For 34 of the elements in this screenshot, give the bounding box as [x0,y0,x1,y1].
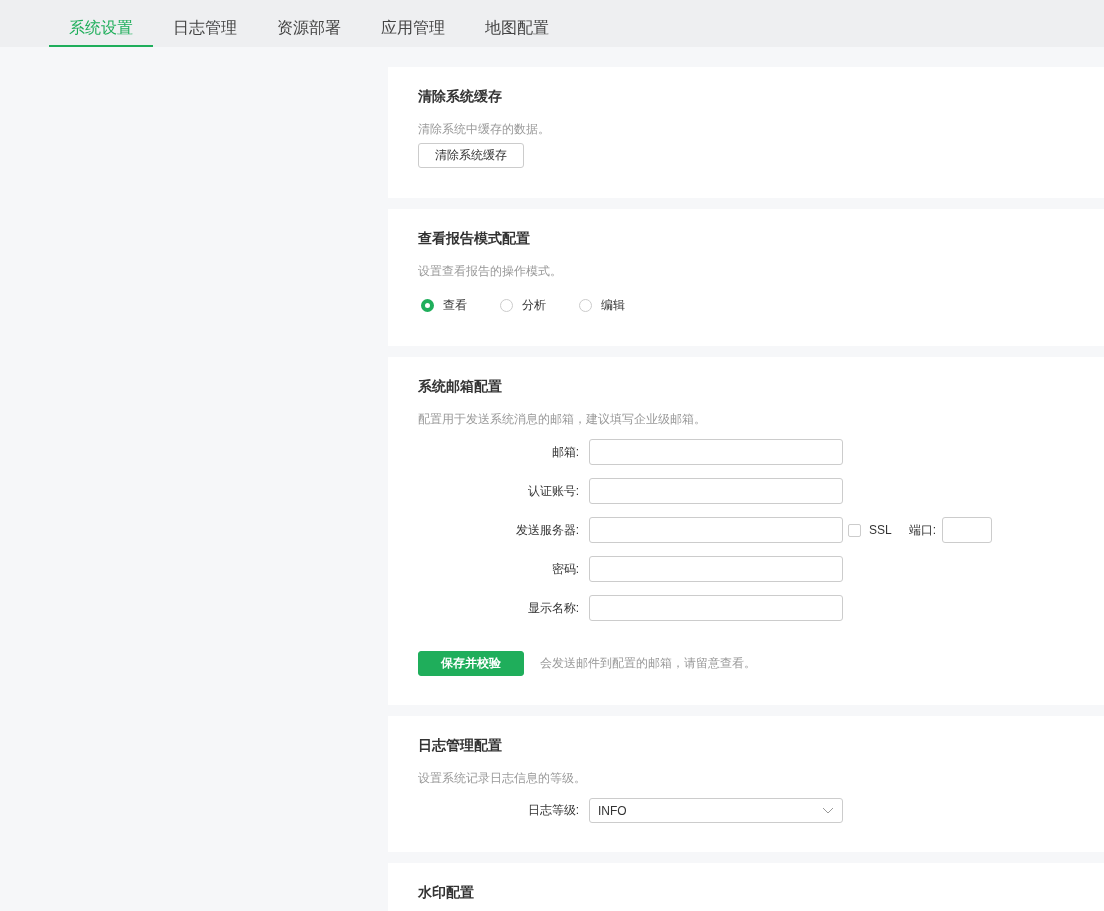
section-description: 设置查看报告的操作模式。 [418,263,563,279]
tab[interactable]: 应用管理 [361,0,465,47]
section-description: 配置用于发送系统消息的邮箱，建议填写企业级邮箱。 [418,411,707,427]
tab[interactable]: 日志管理 [153,0,257,47]
tab[interactable]: 资源部署 [257,0,361,47]
text-field[interactable] [589,556,843,582]
text-field[interactable] [589,595,843,621]
section-description: 设置系统记录日志信息的等级。 [418,770,587,786]
ssl-checkbox[interactable]: SSL [848,523,892,537]
field-label: 认证账号: [526,482,580,500]
text-field[interactable] [589,439,843,465]
clear-cache-button[interactable]: 清除系统缓存 [418,143,524,168]
radio-option[interactable]: 编辑 [576,297,625,314]
section-title: 日志管理配置 [418,736,503,754]
chevron-down-icon [822,807,834,814]
save-note: 会发送邮件到配置的邮箱，请留意查看。 [540,655,756,672]
section-title: 水印配置 [418,883,475,901]
field-label: 邮箱: [550,443,580,461]
field-label: 密码: [550,560,580,578]
section-description: 清除系统中缓存的数据。 [418,121,551,137]
radio-option[interactable]: 分析 [497,297,546,314]
section-title: 系统邮箱配置 [418,377,503,395]
tab[interactable]: 地图配置 [465,0,569,47]
field-label: 显示名称: [526,599,580,617]
field-label: 日志等级: [526,802,580,819]
section-title: 查看报告模式配置 [418,229,531,247]
section-title: 清除系统缓存 [418,87,503,105]
radio-option[interactable]: 查看 [418,297,467,314]
field-label: 发送服务器: [514,521,580,539]
text-field[interactable] [589,478,843,504]
port-field[interactable] [942,517,993,543]
text-field[interactable] [589,517,843,543]
level-dropdown[interactable]: INFO [589,798,843,823]
port-label: 端口: [908,521,937,539]
